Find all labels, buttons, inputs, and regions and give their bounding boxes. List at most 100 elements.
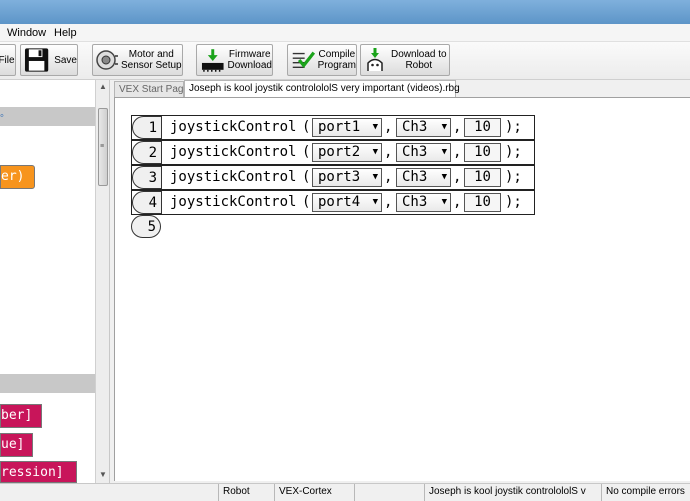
function-name: joystickControl xyxy=(170,144,297,160)
port-dropdown[interactable]: port4 ▼ xyxy=(312,193,382,212)
function-name: joystickControl xyxy=(170,169,297,185)
graphical-code-editor[interactable]: 1 joystickControl(port1 ▼, Ch3 ▼, 10); 2 joysti… xyxy=(114,97,690,481)
open-paren: ( xyxy=(302,194,311,210)
motor-sensor-setup-button[interactable]: Motor and Sensor Setup xyxy=(92,44,183,76)
status-file: Joseph is kool joystik controlololS v xyxy=(424,484,601,501)
menu-window[interactable]: Window xyxy=(7,27,46,39)
tab-vex-start-page[interactable]: VEX Start Page xyxy=(114,81,189,97)
window-titlebar xyxy=(0,0,690,24)
value-input[interactable]: 10 xyxy=(464,118,501,137)
channel-value: Ch3 xyxy=(402,169,428,185)
value-input[interactable]: 10 xyxy=(464,168,501,187)
channel-dropdown[interactable]: Ch3 ▼ xyxy=(396,193,451,212)
scrollbar-thumb[interactable]: ≡ xyxy=(98,108,108,186)
editor-tabs: VEX Start Page Joseph is kool joystik co… xyxy=(114,80,690,97)
compile-program-label: Compile Program xyxy=(317,49,356,71)
download-to-robot-button[interactable]: Download to Robot xyxy=(360,44,450,76)
tab-program-file[interactable]: Joseph is kool joystik controlololS very… xyxy=(184,80,460,97)
library-block-2-label: ue] xyxy=(1,437,25,452)
function-name: joystickControl xyxy=(170,194,297,210)
status-platform: Robot xyxy=(218,484,274,501)
comma: , xyxy=(453,169,462,185)
library-category-header[interactable]: ◦ xyxy=(0,107,95,126)
firmware-download-label: Firmware Download xyxy=(227,49,272,71)
port-value: port4 xyxy=(318,194,361,210)
comma: , xyxy=(453,144,462,160)
comma: , xyxy=(384,119,393,135)
library-block-orange[interactable]: er) xyxy=(0,165,35,189)
scroll-up-icon[interactable]: ▲ xyxy=(98,82,108,92)
line-number-5: 5 xyxy=(131,215,161,238)
open-file-button[interactable]: File xyxy=(0,44,16,76)
library-block-orange-label: er) xyxy=(1,169,25,184)
tree-node-glyph: ◦ xyxy=(0,110,4,122)
status-empty xyxy=(354,484,424,501)
value-input[interactable]: 10 xyxy=(464,143,501,162)
download-to-robot-label: Download to Robot xyxy=(391,49,447,71)
port-dropdown[interactable]: port1 ▼ xyxy=(312,118,382,137)
close-paren-semicolon: ); xyxy=(505,194,522,210)
channel-dropdown[interactable]: Ch3 ▼ xyxy=(396,118,451,137)
save-label: Save xyxy=(54,54,77,66)
value-input[interactable]: 10 xyxy=(464,193,501,212)
close-paren-semicolon: ); xyxy=(505,169,522,185)
port-dropdown[interactable]: port2 ▼ xyxy=(312,143,382,162)
code-line-2[interactable]: 2 joystickControl(port2 ▼, Ch3 ▼, 10); xyxy=(131,140,535,165)
motor-sensor-setup-label: Motor and Sensor Setup xyxy=(121,49,182,71)
line-number-4: 4 xyxy=(132,191,162,214)
port-dropdown[interactable]: port3 ▼ xyxy=(312,168,382,187)
floppy-disk-icon xyxy=(24,48,49,72)
firmware-chip-icon xyxy=(201,49,224,72)
port-value: port2 xyxy=(318,144,361,160)
channel-value: Ch3 xyxy=(402,119,428,135)
port-value: port3 xyxy=(318,169,361,185)
save-button[interactable]: Save xyxy=(20,44,78,76)
library-block-3-label: ression] xyxy=(1,465,64,480)
open-paren: ( xyxy=(302,144,311,160)
comma: , xyxy=(384,144,393,160)
library-block-1-label: ber] xyxy=(1,408,33,423)
channel-value: Ch3 xyxy=(402,144,428,160)
compile-program-button[interactable]: Compile Program xyxy=(287,44,357,76)
line-number-2: 2 xyxy=(132,141,162,164)
dropdown-arrow-icon: ▼ xyxy=(441,147,447,157)
comma: , xyxy=(384,194,393,210)
channel-dropdown[interactable]: Ch3 ▼ xyxy=(396,143,451,162)
line-number-3: 3 xyxy=(132,166,162,189)
code-line-3[interactable]: 3 joystickControl(port3 ▼, Ch3 ▼, 10); xyxy=(131,165,535,190)
open-paren: ( xyxy=(302,169,311,185)
function-name: joystickControl xyxy=(170,119,297,135)
motor-icon xyxy=(96,50,118,70)
comma: , xyxy=(453,194,462,210)
code-line-1[interactable]: 1 joystickControl(port1 ▼, Ch3 ▼, 10); xyxy=(131,115,535,140)
menu-bar: Window Help xyxy=(0,24,690,42)
robot-download-icon xyxy=(367,48,383,71)
library-block-2[interactable]: ue] xyxy=(0,433,33,457)
library-block-1[interactable]: ber] xyxy=(0,404,42,428)
line-number-1: 1 xyxy=(132,116,162,139)
toolbar: File Save Motor and Sensor Setup Firmwar… xyxy=(0,42,690,80)
library-category-header-2[interactable] xyxy=(0,374,95,393)
menu-help[interactable]: Help xyxy=(54,27,77,39)
code-line-4[interactable]: 4 joystickControl(port4 ▼, Ch3 ▼, 10); xyxy=(131,190,535,215)
dropdown-arrow-icon: ▼ xyxy=(372,147,378,157)
channel-dropdown[interactable]: Ch3 ▼ xyxy=(396,168,451,187)
dropdown-arrow-icon: ▼ xyxy=(372,122,378,132)
status-bar: Robot VEX-Cortex Joseph is kool joystik … xyxy=(0,483,690,501)
close-paren-semicolon: ); xyxy=(505,119,522,135)
scroll-down-icon[interactable]: ▼ xyxy=(98,470,108,480)
library-block-3[interactable]: ression] xyxy=(0,461,77,483)
grip-icon: ≡ xyxy=(100,143,105,150)
open-paren: ( xyxy=(302,119,311,135)
library-scrollbar[interactable]: ▲ ≡ ▼ xyxy=(95,80,109,483)
status-target: VEX-Cortex xyxy=(274,484,354,501)
open-file-label: File xyxy=(0,54,15,66)
comma: , xyxy=(453,119,462,135)
dropdown-arrow-icon: ▼ xyxy=(441,197,447,207)
dropdown-arrow-icon: ▼ xyxy=(372,172,378,182)
port-value: port1 xyxy=(318,119,361,135)
dropdown-arrow-icon: ▼ xyxy=(441,122,447,132)
channel-value: Ch3 xyxy=(402,194,428,210)
firmware-download-button[interactable]: Firmware Download xyxy=(196,44,273,76)
function-library-panel: ◦ er) ber] ue] ression] xyxy=(0,80,110,483)
